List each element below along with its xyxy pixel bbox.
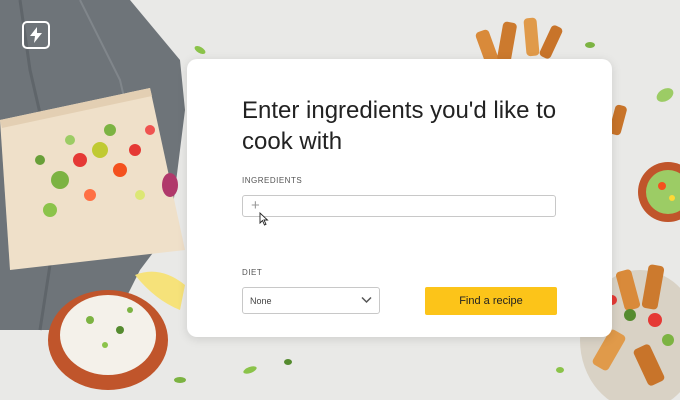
mouse-cursor-icon — [259, 212, 269, 226]
recipe-search-card: Enter ingredients you'd like to cook wit… — [187, 59, 612, 337]
diet-label: DIET — [242, 268, 263, 277]
find-recipe-button[interactable]: Find a recipe — [425, 287, 557, 315]
chevron-down-icon — [361, 296, 372, 304]
diet-select[interactable]: None — [242, 287, 380, 314]
ingredients-input[interactable]: + — [242, 195, 556, 217]
lightning-bolt-icon — [30, 27, 42, 43]
app-logo[interactable] — [22, 21, 50, 49]
diet-selected-value: None — [250, 296, 272, 306]
page-title: Enter ingredients you'd like to cook wit… — [242, 97, 557, 155]
ingredients-label: INGREDIENTS — [242, 176, 303, 185]
